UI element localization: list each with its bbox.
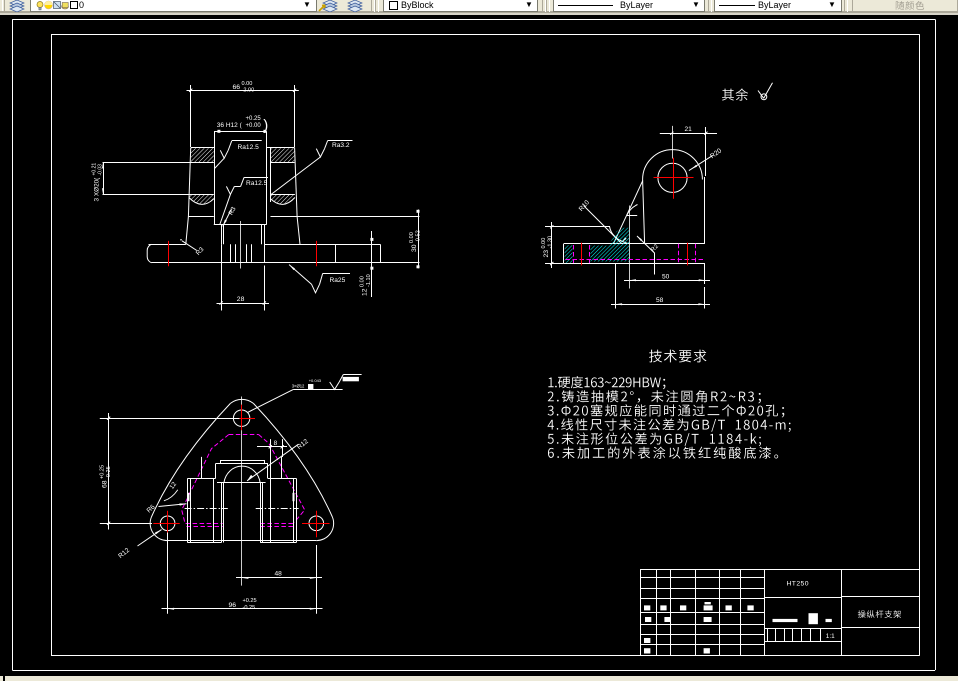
svg-text:50: 50: [662, 273, 670, 280]
svg-text:3×Ø12: 3×Ø12: [292, 384, 305, 389]
svg-text:58: 58: [656, 297, 664, 304]
svg-text:68: 68: [102, 480, 109, 488]
svg-text:12: 12: [362, 288, 369, 296]
svg-text:8: 8: [274, 440, 278, 447]
svg-text:21: 21: [685, 126, 693, 133]
svg-text:-0.25: -0.25: [106, 466, 112, 479]
svg-text:1:1: 1:1: [826, 633, 835, 640]
svg-text:R3: R3: [228, 206, 238, 217]
svg-text:R2: R2: [650, 243, 660, 253]
svg-text:): ): [263, 117, 268, 134]
svg-text:Ra3.2: Ra3.2: [332, 142, 350, 149]
svg-text:0.00: 0.00: [409, 232, 415, 243]
svg-text:Ra12.5: Ra12.5: [246, 180, 268, 187]
svg-text:-0.25: -0.25: [243, 605, 256, 611]
svg-text:0.00: 0.00: [541, 238, 547, 249]
svg-text:R6: R6: [146, 503, 157, 514]
svg-text:36 H12 (: 36 H12 (: [217, 122, 243, 129]
svg-text:23: 23: [543, 250, 550, 258]
svg-text:+0.00: +0.00: [246, 123, 262, 129]
svg-text:-1.30: -1.30: [547, 236, 553, 249]
svg-text:+0.25: +0.25: [99, 465, 105, 479]
svg-text:48: 48: [275, 571, 283, 578]
svg-text:-0.03: -0.03: [98, 164, 104, 176]
svg-text:R12: R12: [117, 547, 131, 560]
svg-text:R12: R12: [296, 438, 310, 451]
svg-text:-1.10: -1.10: [366, 274, 372, 287]
svg-text:+0.21: +0.21: [92, 163, 98, 176]
svg-text:0.00: 0.00: [242, 81, 253, 87]
svg-text:-0.52: -0.52: [416, 230, 422, 243]
svg-text:66: 66: [233, 84, 241, 91]
svg-text:+0.25: +0.25: [246, 116, 262, 122]
svg-text:+0.043: +0.043: [309, 378, 322, 383]
svg-text:30: 30: [411, 244, 418, 252]
svg-text:28: 28: [237, 296, 245, 303]
svg-text:R20: R20: [709, 147, 723, 160]
svg-text:3 XØ20(: 3 XØ20(: [94, 177, 101, 202]
svg-text:HT250: HT250: [787, 581, 809, 588]
svg-text:-2.00: -2.00: [242, 87, 255, 93]
svg-text:R3: R3: [195, 246, 206, 257]
svg-text:+0.25: +0.25: [243, 598, 257, 604]
svg-text:0: 0: [311, 384, 313, 388]
svg-text:Ra25: Ra25: [330, 277, 346, 284]
svg-text:Ra12.5: Ra12.5: [238, 144, 260, 151]
svg-text:96: 96: [229, 602, 237, 609]
svg-text:0.00: 0.00: [359, 276, 365, 287]
